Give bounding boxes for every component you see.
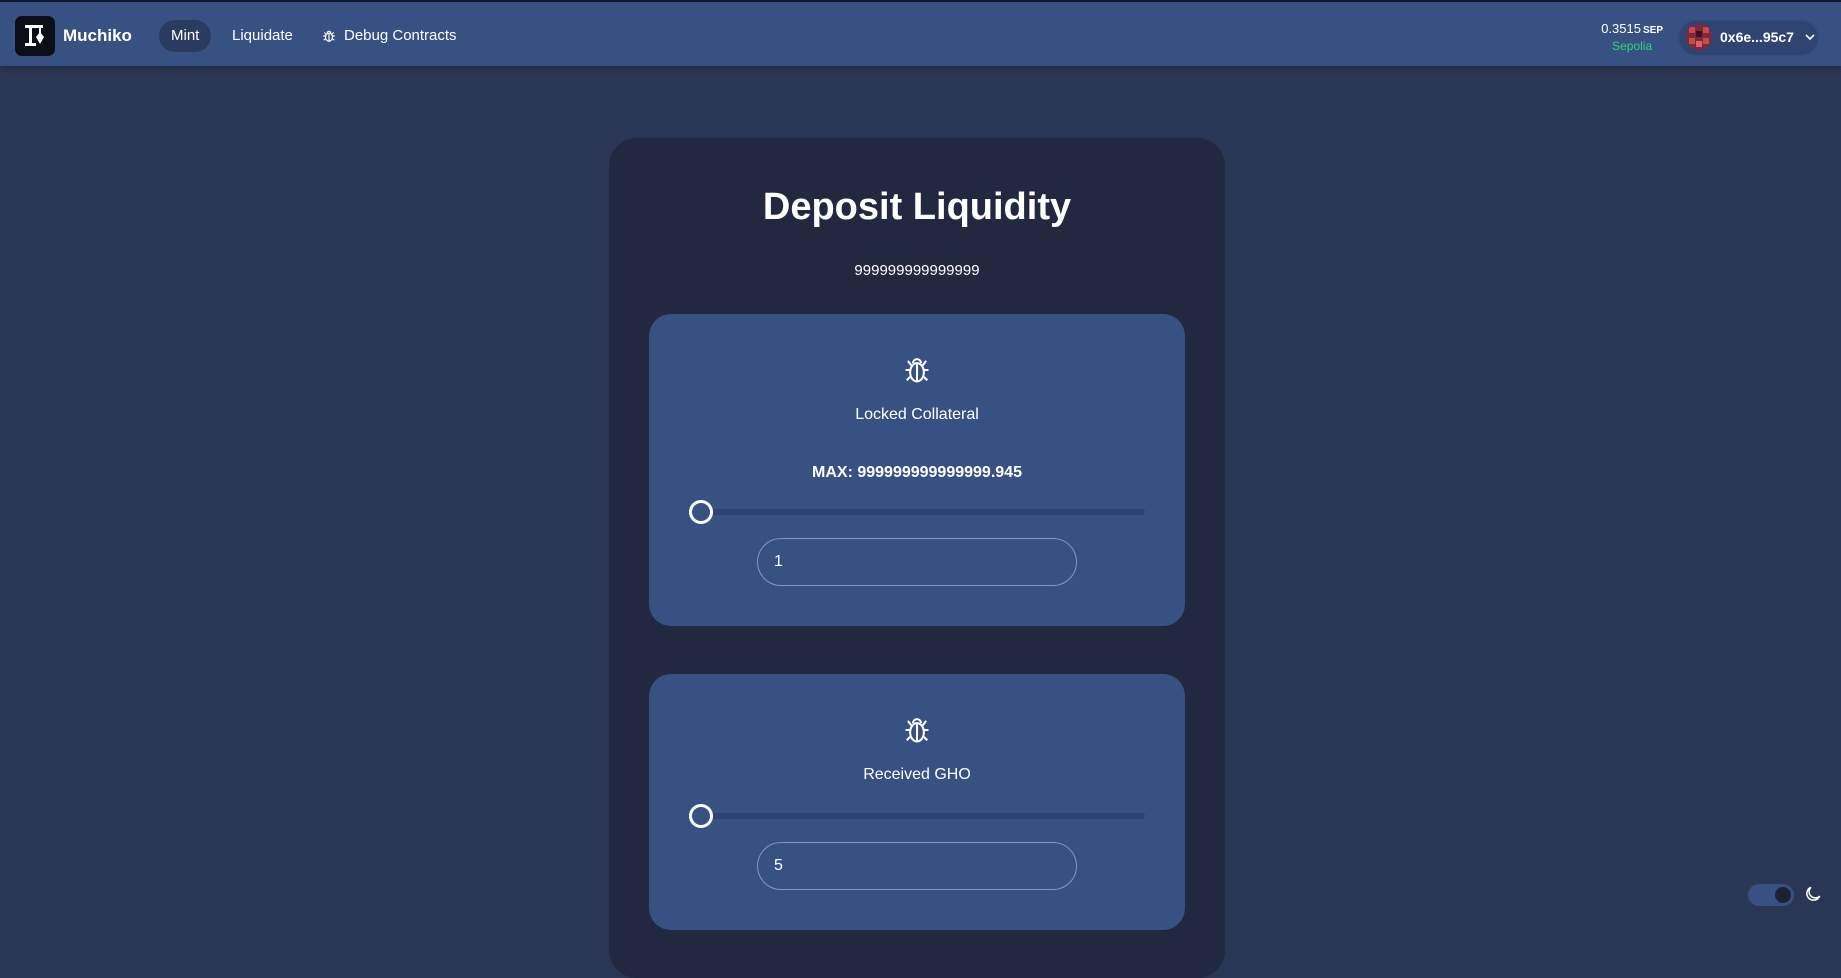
max-collateral-label[interactable]: MAX: 999999999999999.945 [649,464,1185,482]
collateral-slider-thumb[interactable] [689,500,713,524]
account-address: 0x6e...95c7 [1720,29,1794,45]
balance-unit: SEP [1642,25,1663,36]
network-name: Sepolia [1612,39,1653,53]
gho-slider-track [699,813,1145,819]
collateral-amount-input[interactable] [757,538,1077,586]
collateral-slider[interactable] [689,500,1145,524]
blockie-avatar-icon [1686,24,1712,50]
logo-icon [25,25,44,46]
moon-icon [1806,886,1821,901]
gho-slider-thumb[interactable] [689,804,713,828]
received-gho-label: Received GHO [863,766,971,783]
gho-slider[interactable] [689,804,1145,828]
theme-toggle-knob [1775,887,1791,903]
bug-icon [905,718,929,743]
received-gho-panel: Received GHO [649,674,1185,930]
locked-collateral-label: Locked Collateral [855,406,979,423]
bug-icon [905,358,929,383]
gho-amount-input[interactable] [757,842,1077,890]
bug-icon [323,30,335,42]
brand-name[interactable]: Muchiko [63,26,132,46]
account-button[interactable]: 0x6e...95c7 [1680,21,1817,53]
chevron-down-icon [1805,34,1815,41]
theme-toggle[interactable] [1748,884,1794,906]
wallet-balance: 0.3515 SEP Sepolia [1601,20,1663,53]
nav-mint[interactable]: Mint [159,20,212,52]
nav-debug-label: Debug Contracts [344,27,457,44]
collateral-slider-track [699,509,1145,515]
app-logo[interactable] [15,16,55,56]
deposit-card: Deposit Liquidity 999999999999999 Locked… [609,138,1225,978]
nav-liquidate[interactable]: Liquidate [220,20,305,52]
deposit-amount-display: 999999999999999 [854,262,980,279]
page-title: Deposit Liquidity [762,186,1072,228]
nav-debug-contracts[interactable]: Debug Contracts [310,20,469,52]
balance-amount: 0.3515 [1601,21,1641,36]
avatar [1686,24,1712,50]
locked-collateral-panel: Locked Collateral MAX: 999999999999999.9… [649,314,1185,626]
top-navbar: Muchiko Mint Liquidate Debug Contracts 0… [0,0,1841,66]
